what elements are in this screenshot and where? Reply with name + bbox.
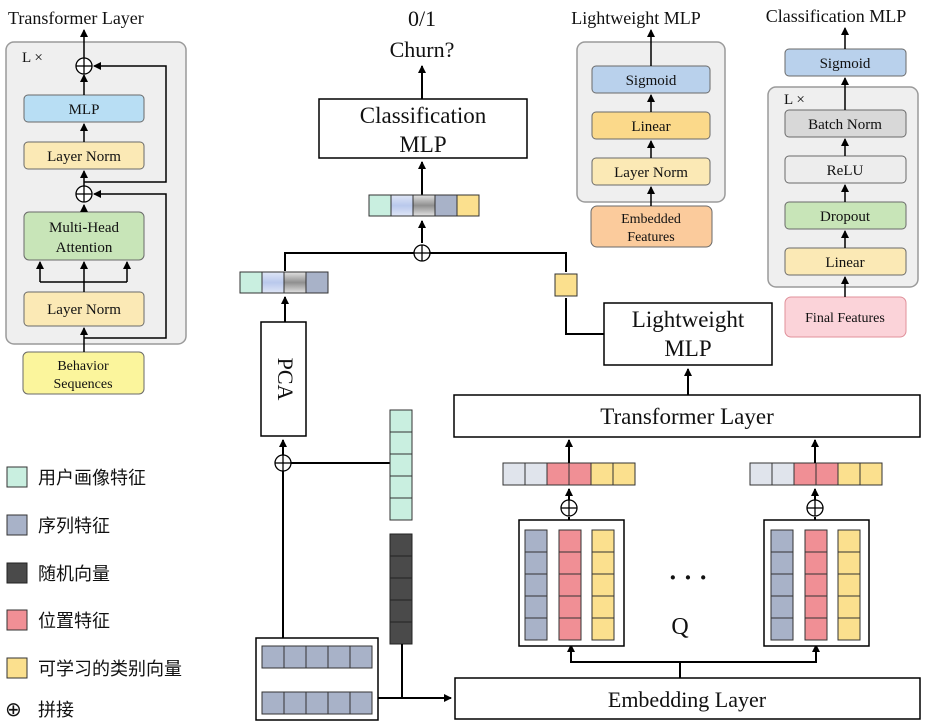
output-label-line2: Churn? [390, 37, 455, 62]
legend-item-category: 可学习的类别向量 [6, 657, 182, 680]
output-section: 0/1 Churn? Classification MLP [284, 6, 567, 272]
token-row [502, 462, 636, 486]
classification-mlp-line1: Classification [360, 103, 487, 128]
category-token [554, 273, 578, 297]
classification-repeat-label: L × [784, 92, 805, 108]
random-vector [389, 533, 413, 645]
user-profile-vector [389, 409, 413, 521]
mha-label-line1: Multi-Head [49, 220, 119, 236]
transformer-layer-norm-top-label: Layer Norm [47, 149, 121, 165]
legend-label: 序列特征 [38, 516, 110, 537]
behavior-label-line2: Sequences [53, 377, 112, 392]
concat-icon [560, 499, 578, 517]
legend-item-sequence: 序列特征 [6, 514, 110, 537]
legend-label: 随机向量 [38, 564, 110, 585]
q-label: Q [671, 614, 688, 640]
concat-icon [274, 454, 292, 472]
classification-mlp-line2: MLP [399, 132, 446, 157]
batch-norm-label: Batch Norm [808, 117, 882, 133]
transformer-layer-panel: Transformer Layer L × MLP Layer Norm Mul… [5, 8, 187, 395]
token-row [749, 462, 883, 486]
legend-swatch [6, 657, 28, 679]
ellipsis: · · · [668, 563, 707, 592]
transformer-repeat-label: L × [22, 50, 43, 66]
embedded-label-line2: Features [627, 230, 674, 245]
legend-swatch [6, 514, 28, 536]
lightweight-mlp-panel: Lightweight MLP Sigmoid Linear Layer Nor… [571, 8, 726, 248]
legend-item-position: 位置特征 [6, 609, 110, 632]
legend-swatch [6, 562, 28, 584]
lightweight-mlp-line2: MLP [664, 336, 711, 361]
concat-icon [806, 499, 824, 517]
legend-label: 位置特征 [38, 611, 110, 632]
legend-label: 可学习的类别向量 [38, 659, 182, 680]
legend-label: 拼接 [38, 700, 74, 721]
sequence-row [261, 645, 373, 669]
relu-label: ReLU [827, 163, 864, 179]
position-column [558, 529, 582, 641]
embedded-label-line1: Embedded [621, 212, 681, 227]
transformer-mlp-label: MLP [69, 102, 100, 118]
output-label-line1: 0/1 [408, 6, 436, 31]
legend-swatch [6, 609, 28, 631]
legend-item-user-profile: 用户画像特征 [6, 466, 146, 489]
embedding-layer-label: Embedding Layer [608, 687, 767, 712]
classification-panel-title: Classification MLP [766, 6, 907, 26]
concat-icon [75, 185, 93, 203]
concat-icon [413, 244, 431, 262]
mha-label-line2: Attention [56, 240, 113, 256]
category-column [837, 529, 861, 641]
final-feature-vector [368, 194, 480, 217]
sequence-column [524, 529, 548, 641]
classification-mlp-panel: Classification MLP Sigmoid L × Batch Nor… [766, 6, 919, 338]
classification-sigmoid-label: Sigmoid [820, 56, 871, 72]
final-features-label: Final Features [805, 311, 885, 326]
transformer-layer-norm-bottom-label: Layer Norm [47, 302, 121, 318]
dropout-label: Dropout [820, 209, 871, 225]
position-column [804, 529, 828, 641]
sequence-row [261, 691, 373, 715]
legend-swatch [6, 466, 28, 488]
sequence-column [770, 529, 794, 641]
lightweight-mlp-line1: Lightweight [632, 307, 745, 332]
concat-icon: ⊕ [5, 697, 22, 721]
behavior-label-line1: Behavior [57, 359, 109, 374]
transformer-panel-title: Transformer Layer [8, 8, 144, 28]
concat-icon [75, 57, 93, 75]
legend-item-concat: ⊕ 拼接 [5, 697, 74, 721]
pca-output-vector [239, 271, 329, 294]
model-architecture-diagram: Transformer Layer L × MLP Layer Norm Mul… [5, 6, 921, 721]
category-column [591, 529, 615, 641]
lightweight-panel-title: Lightweight MLP [571, 8, 701, 28]
lightweight-linear-label: Linear [631, 119, 670, 135]
transformer-layer-label: Transformer Layer [600, 404, 774, 429]
legend: 用户画像特征 序列特征 随机向量 位置特征 可学习的类别向量 ⊕ 拼接 [5, 466, 182, 721]
pca-label: PCA [273, 358, 298, 401]
classification-linear-label: Linear [825, 255, 864, 271]
main-pipeline: PCA Embedding Layer · · · Q Transformer … [239, 271, 921, 721]
legend-item-random: 随机向量 [6, 562, 110, 585]
lightweight-layer-norm-label: Layer Norm [614, 165, 688, 181]
legend-label: 用户画像特征 [38, 468, 146, 489]
lightweight-sigmoid-label: Sigmoid [626, 73, 677, 89]
